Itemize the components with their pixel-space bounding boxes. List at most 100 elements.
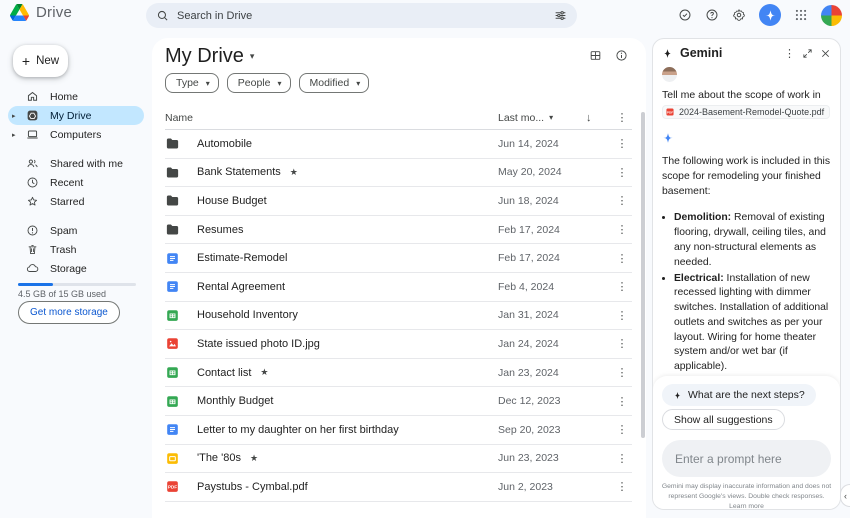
list-options-kebab-icon[interactable]: ⋮ xyxy=(612,111,632,124)
close-panel-icon[interactable] xyxy=(820,48,831,59)
file-modified-date: Feb 17, 2024 xyxy=(498,252,560,265)
column-header-name[interactable]: Name xyxy=(165,112,498,124)
suggestion-chip-next-steps[interactable]: What are the next steps? xyxy=(662,384,816,406)
sidebar-item-spam[interactable]: Spam xyxy=(8,221,144,240)
gemini-spark-icon[interactable] xyxy=(759,4,781,26)
file-row[interactable]: Resumes Feb 17, 2024 ⋮ xyxy=(165,216,632,245)
filter-chip-modified[interactable]: Modified ▾ xyxy=(298,73,370,93)
sidebar-item-label: My Drive xyxy=(50,109,92,122)
sidebar-item-recent[interactable]: Recent xyxy=(8,173,144,192)
file-row[interactable]: Estimate-Remodel Feb 17, 2024 ⋮ xyxy=(165,244,632,273)
attachment-name: 2024-Basement-Remodel-Quote.pdf xyxy=(679,107,825,118)
filter-chip-label: People xyxy=(237,77,271,89)
file-row[interactable]: House Budget Jun 18, 2024 ⋮ xyxy=(165,187,632,216)
file-row[interactable]: Automobile Jun 14, 2024 ⋮ xyxy=(165,130,632,159)
sidebar-item-shared-with-me[interactable]: Shared with me xyxy=(8,154,144,173)
attachment-chip[interactable]: PDF 2024-Basement-Remodel-Quote.pdf xyxy=(662,105,831,120)
filter-chip-people[interactable]: People ▾ xyxy=(226,73,291,93)
search-options-icon[interactable] xyxy=(554,9,567,22)
file-options-kebab-icon[interactable]: ⋮ xyxy=(612,309,632,322)
file-options-kebab-icon[interactable]: ⋮ xyxy=(612,137,632,150)
file-modified-date: Feb 4, 2024 xyxy=(498,280,555,293)
new-button-label: New xyxy=(36,55,60,67)
file-row[interactable]: 'The '80s ★ Jun 23, 2023 ⋮ xyxy=(165,445,632,474)
file-options-kebab-icon[interactable]: ⋮ xyxy=(612,480,632,493)
details-info-icon[interactable] xyxy=(615,49,628,62)
file-options-kebab-icon[interactable]: ⋮ xyxy=(612,280,632,293)
file-options-kebab-icon[interactable]: ⋮ xyxy=(612,194,632,207)
file-options-kebab-icon[interactable]: ⋮ xyxy=(612,252,632,265)
column-header-modified[interactable]: Last mo... ▾ xyxy=(498,112,586,124)
file-modified-date: Dec 12, 2023 xyxy=(498,395,561,408)
pdf-icon: PDF xyxy=(665,107,675,117)
filter-chip-label: Type xyxy=(176,77,199,89)
help-icon[interactable] xyxy=(705,8,719,22)
file-options-kebab-icon[interactable]: ⋮ xyxy=(612,452,632,465)
account-avatar[interactable] xyxy=(821,4,842,26)
image-file-icon xyxy=(165,336,197,351)
file-options-kebab-icon[interactable]: ⋮ xyxy=(612,337,632,350)
sidebar-item-computers[interactable]: ▸ Computers xyxy=(8,125,144,144)
sidebar-item-label: Trash xyxy=(50,243,77,256)
file-row-partial[interactable] xyxy=(165,502,632,518)
starred-icon: ★ xyxy=(249,452,259,463)
file-row[interactable]: Letter to my daughter on her first birth… xyxy=(165,416,632,445)
settings-icon[interactable] xyxy=(732,8,746,22)
gemini-menu-kebab-icon[interactable]: ⋮ xyxy=(784,47,795,60)
sidebar-item-trash[interactable]: Trash xyxy=(8,240,144,259)
pdf-icon: PDF xyxy=(165,479,197,494)
file-options-kebab-icon[interactable]: ⋮ xyxy=(612,423,632,436)
sort-direction-icon[interactable]: ↓ xyxy=(586,112,612,124)
sidebar-item-storage[interactable]: Storage xyxy=(8,259,144,278)
file-name: Paystubs - Cymbal.pdf xyxy=(197,480,308,493)
expand-chevron-icon[interactable]: ▸ xyxy=(12,131,16,139)
google-sheets-icon xyxy=(165,394,197,409)
apps-grid-icon[interactable] xyxy=(794,8,808,22)
availability-badge-icon[interactable] xyxy=(678,8,692,22)
file-row[interactable]: Monthly Budget Dec 12, 2023 ⋮ xyxy=(165,387,632,416)
my-drive-icon xyxy=(26,109,39,122)
file-row[interactable]: Contact list ★ Jan 23, 2024 ⋮ xyxy=(165,359,632,388)
expand-chevron-icon[interactable]: ▸ xyxy=(12,112,16,120)
storage-icon xyxy=(26,262,39,275)
panel-collapse-handle[interactable]: ‹ xyxy=(840,484,850,507)
app-name: Drive xyxy=(36,4,73,21)
plus-icon: + xyxy=(21,53,31,69)
page-title[interactable]: My Drive ▾ xyxy=(165,45,254,68)
file-row[interactable]: Bank Statements ★ May 20, 2024 ⋮ xyxy=(165,159,632,188)
file-options-kebab-icon[interactable]: ⋮ xyxy=(612,366,632,379)
new-button[interactable]: + New xyxy=(13,45,68,77)
drive-logo[interactable]: Drive xyxy=(10,4,72,21)
file-options-kebab-icon[interactable]: ⋮ xyxy=(612,395,632,408)
show-all-suggestions-button[interactable]: Show all suggestions xyxy=(662,409,785,430)
file-modified-date: Jan 31, 2024 xyxy=(498,309,559,322)
sidebar-item-home[interactable]: Home xyxy=(8,87,144,106)
folder-icon xyxy=(165,165,197,180)
starred-icon: ★ xyxy=(289,166,298,177)
file-row[interactable]: Rental Agreement Feb 4, 2024 ⋮ xyxy=(165,273,632,302)
file-name: Contact list xyxy=(197,366,252,379)
grid-view-toggle-icon[interactable] xyxy=(589,49,602,62)
file-row[interactable]: Household Inventory Jan 31, 2024 ⋮ xyxy=(165,302,632,331)
sidebar-item-my-drive[interactable]: ▸ My Drive xyxy=(8,106,144,125)
file-row[interactable]: PDF Paystubs - Cymbal.pdf Jun 2, 2023 ⋮ xyxy=(165,473,632,502)
file-options-kebab-icon[interactable]: ⋮ xyxy=(612,223,632,236)
file-list-header: Name Last mo... ▾ ↓ ⋮ xyxy=(165,106,632,130)
learn-more-link[interactable]: Learn more xyxy=(729,503,764,509)
expand-panel-icon[interactable] xyxy=(802,48,813,59)
prompt-input[interactable]: Enter a prompt here xyxy=(662,440,831,477)
chevron-down-icon: ▾ xyxy=(549,113,554,122)
response-bullet: Demolition: Removal of existing flooring… xyxy=(674,211,831,270)
file-name: Monthly Budget xyxy=(197,395,274,408)
filter-chip-type[interactable]: Type ▾ xyxy=(165,73,219,93)
file-row[interactable]: State issued photo ID.jpg Jan 24, 2024 ⋮ xyxy=(165,330,632,359)
search-icon[interactable] xyxy=(156,9,169,22)
file-options-kebab-icon[interactable]: ⋮ xyxy=(612,166,632,179)
file-list-scrollbar[interactable] xyxy=(641,112,645,438)
get-more-storage-button[interactable]: Get more storage xyxy=(18,301,120,324)
sidebar-item-starred[interactable]: Starred xyxy=(8,192,144,211)
prompt-input-placeholder: Enter a prompt here xyxy=(675,451,782,466)
sidebar-item-label: Starred xyxy=(50,195,85,208)
file-name: Household Inventory xyxy=(197,309,298,322)
search-input[interactable]: Search in Drive xyxy=(146,3,577,28)
